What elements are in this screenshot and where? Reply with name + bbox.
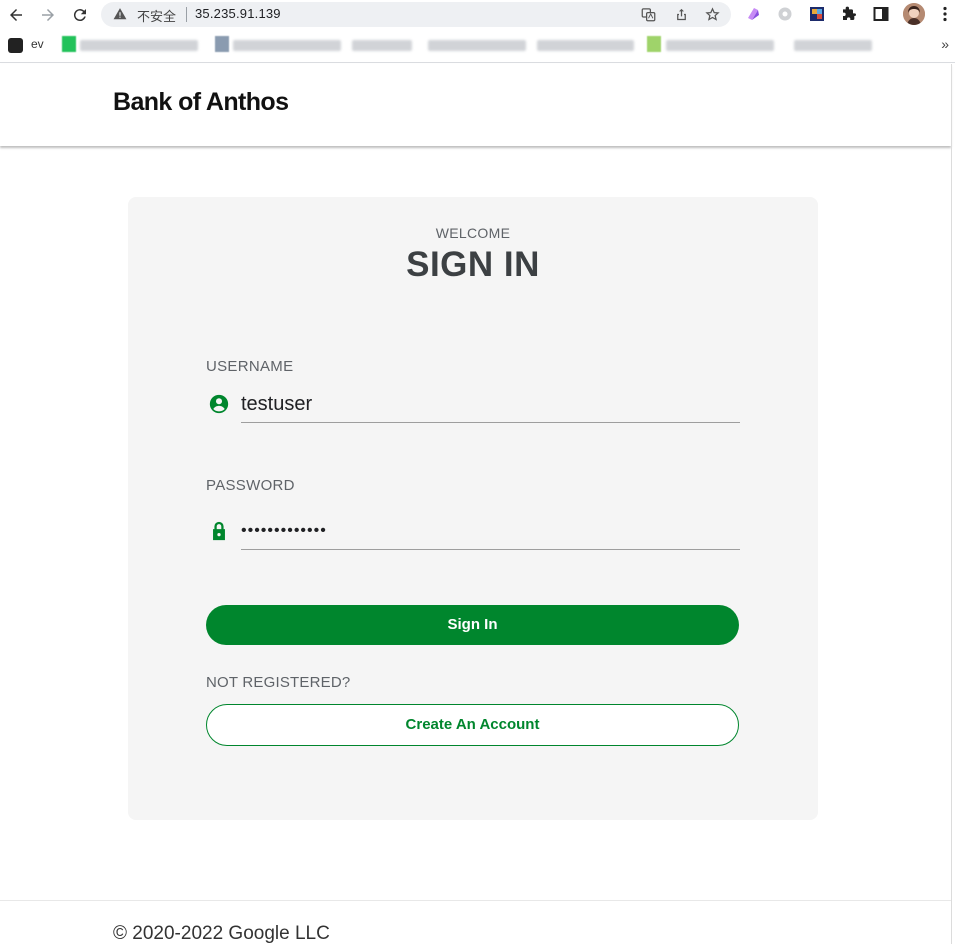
signin-title: SIGN IN	[406, 245, 540, 284]
extension-gray-icon[interactable]	[776, 5, 794, 23]
account-circle-icon	[209, 394, 229, 414]
extension-color-icon[interactable]	[808, 5, 826, 23]
insecure-label[interactable]: 不安全	[137, 6, 176, 25]
bookmark-favicon-gray-icon[interactable]	[215, 36, 229, 52]
reload-icon	[73, 9, 86, 22]
omnibox-divider	[186, 7, 187, 22]
arrow-left-icon	[10, 9, 22, 21]
page-edge	[951, 64, 952, 944]
bookmark-blurred-5[interactable]	[537, 40, 634, 51]
bookmark-blurred-4[interactable]	[428, 40, 526, 51]
star-icon[interactable]	[705, 7, 720, 22]
bookmark-blurred-1[interactable]	[80, 40, 198, 51]
side-panel-icon[interactable]	[872, 5, 890, 23]
lock-icon	[213, 521, 225, 541]
password-label: PASSWORD	[206, 477, 295, 494]
browser-toolbar: 不安全 35.235.91.139	[0, 0, 955, 30]
share-icon[interactable]	[674, 7, 689, 22]
forward-button[interactable]	[37, 4, 59, 26]
password-input[interactable]: •••••••••••••	[241, 514, 740, 550]
translate-icon[interactable]	[641, 7, 656, 22]
create-account-button[interactable]: Create An Account	[206, 704, 739, 746]
app-header: Bank of Anthos	[0, 64, 951, 146]
reload-button[interactable]	[69, 4, 91, 26]
bookmark-blurred-6[interactable]	[666, 40, 774, 51]
footer-copyright: © 2020-2022 Google LLC	[113, 923, 330, 944]
footer-divider	[0, 900, 951, 901]
username-input[interactable]	[241, 387, 740, 423]
profile-avatar[interactable]	[903, 3, 925, 25]
extension-purple-icon[interactable]	[744, 5, 762, 23]
arrow-right-icon	[42, 9, 54, 21]
back-button[interactable]	[5, 4, 27, 26]
warning-icon[interactable]	[113, 7, 127, 21]
bookmark-blurred-7[interactable]	[794, 40, 872, 51]
bookmark-favicon-green-icon[interactable]	[62, 36, 76, 52]
bookmark-blurred-2[interactable]	[233, 40, 341, 51]
sign-in-button[interactable]: Sign In	[206, 605, 739, 645]
brand-title[interactable]: Bank of Anthos	[113, 88, 289, 117]
bookmarks-bar: ev »	[0, 30, 955, 63]
username-label: USERNAME	[206, 358, 294, 375]
bookmark-ev-icon[interactable]	[8, 38, 23, 53]
bookmark-favicon-multicolor-icon[interactable]	[647, 36, 661, 52]
address-bar[interactable]: 不安全 35.235.91.139	[101, 2, 731, 27]
signin-card: WELCOME SIGN IN USERNAME PASSWORD ••••••…	[128, 197, 818, 820]
bookmark-ev[interactable]: ev	[31, 37, 44, 51]
bookmarks-overflow-icon[interactable]: »	[941, 36, 949, 52]
welcome-text: WELCOME	[435, 225, 511, 241]
bookmark-blurred-3[interactable]	[352, 40, 412, 51]
url-text[interactable]: 35.235.91.139	[195, 6, 281, 21]
kebab-menu-icon[interactable]	[936, 5, 954, 23]
not-registered-label: NOT REGISTERED?	[206, 674, 351, 691]
puzzle-icon[interactable]	[840, 5, 858, 23]
